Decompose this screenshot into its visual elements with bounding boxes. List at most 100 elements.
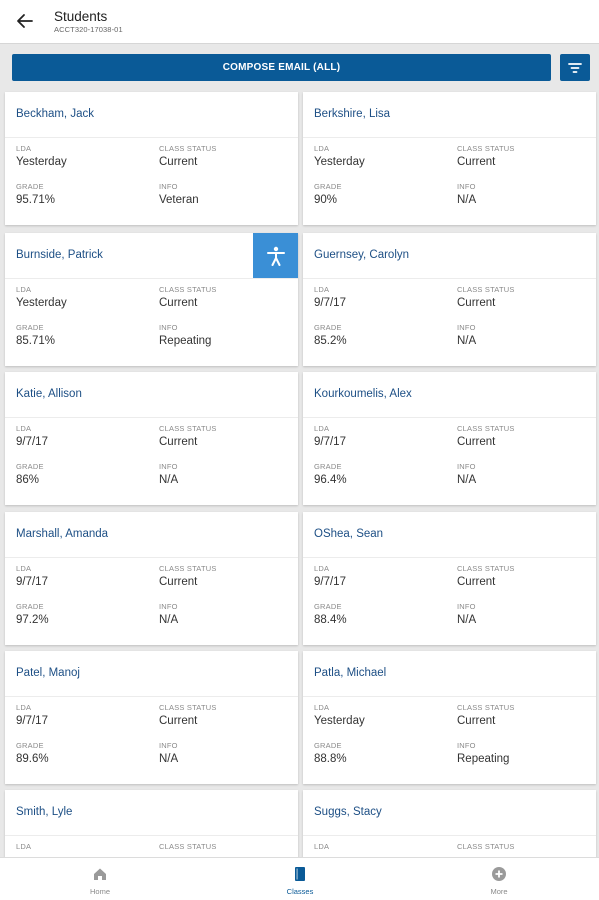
class-status-label: CLASS STATUS xyxy=(457,424,515,433)
student-card[interactable]: Marshall, Amanda LDA 9/7/17 CLASS STATUS Cur… xyxy=(5,512,298,645)
class-status-value: Current xyxy=(159,436,198,448)
student-name[interactable]: Burnside, Patrick xyxy=(16,249,103,261)
student-card[interactable]: Guernsey, Carolyn LDA 9/7/17 CLASS STATUS Cu… xyxy=(303,233,596,366)
info-label: INFO xyxy=(457,323,476,332)
lda-value: Yesterday xyxy=(314,715,365,727)
student-card[interactable]: OShea, Sean LDA 9/7/17 CLASS STATUS Current G… xyxy=(303,512,596,645)
lda-label: LDA xyxy=(314,144,330,153)
student-list: Beckham, Jack LDA Yesterday CLASS STATUS Cur… xyxy=(0,90,599,857)
lda-label: LDA xyxy=(16,703,32,712)
student-name[interactable]: OShea, Sean xyxy=(314,528,383,540)
student-name[interactable]: Guernsey, Carolyn xyxy=(314,249,409,261)
info-label: INFO xyxy=(457,602,476,611)
card-divider xyxy=(303,417,596,418)
info-label: INFO xyxy=(159,182,178,191)
page-title: Students xyxy=(54,9,108,24)
info-value: N/A xyxy=(159,474,179,486)
filter-icon xyxy=(568,62,582,73)
info-value: N/A xyxy=(457,474,477,486)
grade-value: 86% xyxy=(16,474,40,486)
lda-label: LDA xyxy=(314,424,330,433)
lda-label: LDA xyxy=(314,564,330,573)
accessibility-button[interactable] xyxy=(253,233,298,278)
info-label: INFO xyxy=(457,741,476,750)
lda-value: 9/7/17 xyxy=(314,297,346,309)
back-arrow-icon[interactable] xyxy=(14,10,36,32)
lda-value: 9/7/17 xyxy=(16,576,48,588)
grade-label: GRADE xyxy=(16,741,44,750)
info-label: INFO xyxy=(457,462,476,471)
info-label: INFO xyxy=(159,323,178,332)
grade-label: GRADE xyxy=(16,323,44,332)
info-value: N/A xyxy=(457,194,477,206)
filter-button[interactable] xyxy=(560,54,590,81)
accessibility-icon xyxy=(266,246,285,266)
grade-label: GRADE xyxy=(16,602,44,611)
course-code: ACCT320-17038-01 xyxy=(54,25,123,34)
card-divider xyxy=(5,278,298,279)
grade-value: 89.6% xyxy=(16,753,49,765)
grade-label: GRADE xyxy=(16,462,44,471)
student-name[interactable]: Kourkoumelis, Alex xyxy=(314,388,412,400)
student-card[interactable]: Kourkoumelis, Alex LDA 9/7/17 CLASS STATUS C… xyxy=(303,372,596,505)
bottom-navigation: Home Classes More xyxy=(0,857,599,900)
grade-value: 85.71% xyxy=(16,335,56,347)
student-name[interactable]: Katie, Allison xyxy=(16,388,82,400)
card-divider xyxy=(303,557,596,558)
lda-label: LDA xyxy=(314,842,330,851)
class-status-label: CLASS STATUS xyxy=(457,842,515,851)
info-label: INFO xyxy=(159,741,178,750)
card-divider xyxy=(303,696,596,697)
student-card[interactable]: Smith, LyleLDACLASS STATUSGRADEINFO xyxy=(5,790,298,857)
student-card[interactable]: Suggs, StacyLDACLASS STATUSGRADEINFO xyxy=(303,790,596,857)
class-status-value: Current xyxy=(159,715,198,727)
info-value: Repeating xyxy=(159,335,212,347)
lda-label: LDA xyxy=(16,285,32,294)
nav-more[interactable]: More xyxy=(399,858,599,900)
info-label: INFO xyxy=(159,602,178,611)
nav-home-label: Home xyxy=(89,887,110,896)
student-name[interactable]: Patel, Manoj xyxy=(16,667,80,679)
student-card[interactable]: Patel, Manoj LDA 9/7/17 CLASS STATUS Current… xyxy=(5,651,298,784)
book-icon xyxy=(295,867,305,881)
info-label: INFO xyxy=(159,462,178,471)
class-status-label: CLASS STATUS xyxy=(457,703,515,712)
info-label: INFO xyxy=(457,182,476,191)
nav-home[interactable]: Home xyxy=(0,858,200,900)
student-name[interactable]: Beckham, Jack xyxy=(16,108,94,120)
grade-value: 97.2% xyxy=(16,614,49,626)
student-name[interactable]: Suggs, Stacy xyxy=(314,806,382,818)
student-card[interactable]: Katie, Allison LDA 9/7/17 CLASS STATUS Curre… xyxy=(5,372,298,505)
nav-classes[interactable]: Classes xyxy=(200,858,400,900)
student-name[interactable]: Patla, Michael xyxy=(314,667,386,679)
student-card[interactable]: Berkshire, Lisa LDA Yesterday CLASS STATUS C… xyxy=(303,92,596,225)
compose-email-all-button[interactable]: COMPOSE EMAIL (ALL) xyxy=(12,54,551,81)
class-status-value: Current xyxy=(457,715,496,727)
student-card[interactable]: Patla, Michael LDA Yesterday CLASS STATUS Cu… xyxy=(303,651,596,784)
lda-label: LDA xyxy=(16,424,32,433)
student-name[interactable]: Berkshire, Lisa xyxy=(314,108,390,120)
class-status-label: CLASS STATUS xyxy=(159,703,217,712)
lda-label: LDA xyxy=(314,285,330,294)
class-status-value: Current xyxy=(457,297,496,309)
class-status-label: CLASS STATUS xyxy=(159,285,217,294)
student-name[interactable]: Marshall, Amanda xyxy=(16,528,108,540)
student-card[interactable]: Beckham, Jack LDA Yesterday CLASS STATUS Cur… xyxy=(5,92,298,225)
student-name[interactable]: Smith, Lyle xyxy=(16,806,72,818)
nav-classes-label: Classes xyxy=(286,887,314,896)
lda-label: LDA xyxy=(16,144,32,153)
card-divider xyxy=(303,835,596,836)
lda-value: 9/7/17 xyxy=(16,436,48,448)
lda-value: 9/7/17 xyxy=(314,576,346,588)
nav-more-label: More xyxy=(490,887,508,896)
class-status-value: Current xyxy=(159,156,198,168)
home-icon xyxy=(94,868,106,880)
class-status-label: CLASS STATUS xyxy=(159,564,217,573)
info-value: Repeating xyxy=(457,753,510,765)
info-value: N/A xyxy=(159,753,179,765)
grade-label: GRADE xyxy=(314,602,342,611)
lda-value: Yesterday xyxy=(16,156,67,168)
class-status-label: CLASS STATUS xyxy=(457,564,515,573)
card-divider xyxy=(5,696,298,697)
lda-value: 9/7/17 xyxy=(314,436,346,448)
